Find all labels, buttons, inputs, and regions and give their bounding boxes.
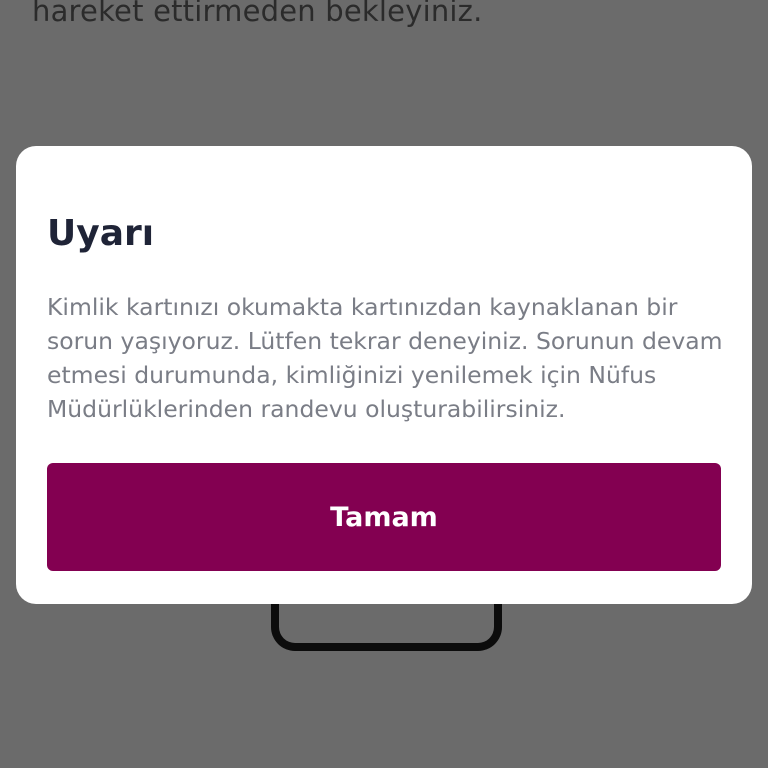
alert-dialog: Uyarı Kimlik kartınızı okumakta kartınız… bbox=[16, 146, 752, 604]
dialog-title: Uyarı bbox=[47, 213, 155, 254]
dialog-message: Kimlik kartınızı okumakta kartınızdan ka… bbox=[47, 293, 723, 423]
background-instruction-text: hareket ettirmeden bekleyiniz. bbox=[32, 0, 483, 28]
ok-button[interactable]: Tamam bbox=[47, 463, 721, 571]
